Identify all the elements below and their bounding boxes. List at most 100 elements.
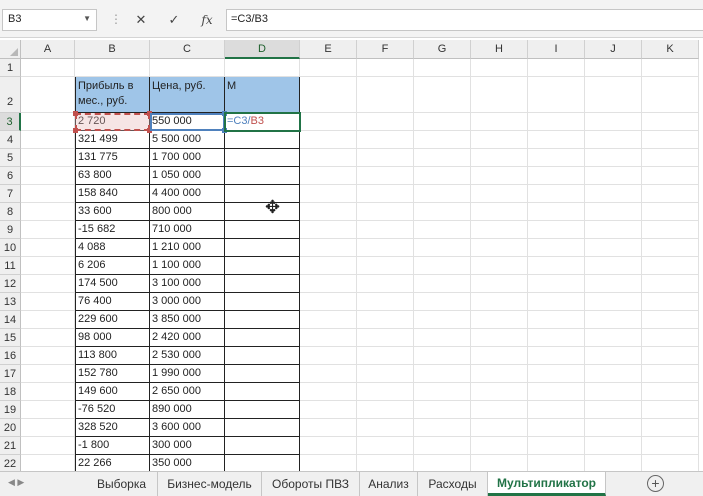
- reference-handle-b3-0[interactable]: [73, 111, 78, 116]
- cell-k21[interactable]: [642, 437, 699, 455]
- cell-d13[interactable]: [225, 293, 300, 311]
- cell-h5[interactable]: [471, 149, 528, 167]
- cell-b7[interactable]: 158 840: [75, 185, 150, 203]
- cell-j12[interactable]: [585, 275, 642, 293]
- cell-i5[interactable]: [528, 149, 585, 167]
- cell-i13[interactable]: [528, 293, 585, 311]
- cell-e13[interactable]: [300, 293, 357, 311]
- cell-a11[interactable]: [21, 257, 75, 275]
- cell-h9[interactable]: [471, 221, 528, 239]
- sheet-tab-2[interactable]: Обороты ПВЗ: [262, 472, 360, 496]
- cell-k8[interactable]: [642, 203, 699, 221]
- cell-c5[interactable]: 1 700 000: [150, 149, 225, 167]
- cell-g14[interactable]: [414, 311, 471, 329]
- sheet-tab-5[interactable]: Мультипликатор: [488, 472, 606, 496]
- cell-b12[interactable]: 174 500: [75, 275, 150, 293]
- cell-j2[interactable]: [585, 77, 642, 113]
- cell-i21[interactable]: [528, 437, 585, 455]
- sheet-tab-4[interactable]: Расходы: [418, 472, 488, 496]
- row-header-8[interactable]: 8: [0, 203, 21, 221]
- cell-d16[interactable]: [225, 347, 300, 365]
- cell-f14[interactable]: [357, 311, 414, 329]
- cell-f17[interactable]: [357, 365, 414, 383]
- column-header-k[interactable]: K: [642, 40, 699, 59]
- cell-a8[interactable]: [21, 203, 75, 221]
- table-header-b[interactable]: Прибыль в мес., руб.: [75, 77, 150, 113]
- cell-i6[interactable]: [528, 167, 585, 185]
- cell-h20[interactable]: [471, 419, 528, 437]
- row-header-13[interactable]: 13: [0, 293, 21, 311]
- enter-icon[interactable]: ✓: [163, 9, 185, 31]
- cell-k7[interactable]: [642, 185, 699, 203]
- cell-g12[interactable]: [414, 275, 471, 293]
- cell-c20[interactable]: 3 600 000: [150, 419, 225, 437]
- cell-b18[interactable]: 149 600: [75, 383, 150, 401]
- cell-e14[interactable]: [300, 311, 357, 329]
- cell-d21[interactable]: [225, 437, 300, 455]
- cell-b21[interactable]: -1 800: [75, 437, 150, 455]
- cell-i19[interactable]: [528, 401, 585, 419]
- cell-k14[interactable]: [642, 311, 699, 329]
- cell-h6[interactable]: [471, 167, 528, 185]
- cell-d4[interactable]: [225, 131, 300, 149]
- cell-k5[interactable]: [642, 149, 699, 167]
- cell-d10[interactable]: [225, 239, 300, 257]
- cell-h16[interactable]: [471, 347, 528, 365]
- cell-j19[interactable]: [585, 401, 642, 419]
- column-header-f[interactable]: F: [357, 40, 414, 59]
- cell-c11[interactable]: 1 100 000: [150, 257, 225, 275]
- cell-e2[interactable]: [300, 77, 357, 113]
- cell-d8[interactable]: [225, 203, 300, 221]
- cell-b13[interactable]: 76 400: [75, 293, 150, 311]
- cell-a2[interactable]: [21, 77, 75, 113]
- cell-e17[interactable]: [300, 365, 357, 383]
- cell-b10[interactable]: 4 088: [75, 239, 150, 257]
- row-header-17[interactable]: 17: [0, 365, 21, 383]
- column-header-d[interactable]: D: [225, 40, 300, 59]
- cell-e20[interactable]: [300, 419, 357, 437]
- cell-k10[interactable]: [642, 239, 699, 257]
- cell-a5[interactable]: [21, 149, 75, 167]
- cell-j5[interactable]: [585, 149, 642, 167]
- cell-i2[interactable]: [528, 77, 585, 113]
- cell-h7[interactable]: [471, 185, 528, 203]
- cell-f9[interactable]: [357, 221, 414, 239]
- cell-j20[interactable]: [585, 419, 642, 437]
- cell-h12[interactable]: [471, 275, 528, 293]
- cell-g10[interactable]: [414, 239, 471, 257]
- cell-i18[interactable]: [528, 383, 585, 401]
- cell-e7[interactable]: [300, 185, 357, 203]
- cell-g1[interactable]: [414, 59, 471, 77]
- cell-g19[interactable]: [414, 401, 471, 419]
- cell-j1[interactable]: [585, 59, 642, 77]
- cell-d20[interactable]: [225, 419, 300, 437]
- row-header-9[interactable]: 9: [0, 221, 21, 239]
- cell-c9[interactable]: 710 000: [150, 221, 225, 239]
- cell-f18[interactable]: [357, 383, 414, 401]
- cell-d12[interactable]: [225, 275, 300, 293]
- cell-k11[interactable]: [642, 257, 699, 275]
- cell-b11[interactable]: 6 206: [75, 257, 150, 275]
- cell-j15[interactable]: [585, 329, 642, 347]
- cell-i10[interactable]: [528, 239, 585, 257]
- cell-a6[interactable]: [21, 167, 75, 185]
- cell-f4[interactable]: [357, 131, 414, 149]
- cell-h17[interactable]: [471, 365, 528, 383]
- add-sheet-icon[interactable]: +: [647, 475, 664, 492]
- cell-i20[interactable]: [528, 419, 585, 437]
- cell-g8[interactable]: [414, 203, 471, 221]
- cell-f21[interactable]: [357, 437, 414, 455]
- cell-c8[interactable]: 800 000: [150, 203, 225, 221]
- cell-f15[interactable]: [357, 329, 414, 347]
- cell-c12[interactable]: 3 100 000: [150, 275, 225, 293]
- cell-c17[interactable]: 1 990 000: [150, 365, 225, 383]
- cell-k18[interactable]: [642, 383, 699, 401]
- cell-j16[interactable]: [585, 347, 642, 365]
- cell-f6[interactable]: [357, 167, 414, 185]
- cell-g2[interactable]: [414, 77, 471, 113]
- cell-f2[interactable]: [357, 77, 414, 113]
- cell-e1[interactable]: [300, 59, 357, 77]
- cell-j4[interactable]: [585, 131, 642, 149]
- tab-scroll-arrows-icon[interactable]: ◀ ▶: [8, 477, 24, 488]
- cell-k19[interactable]: [642, 401, 699, 419]
